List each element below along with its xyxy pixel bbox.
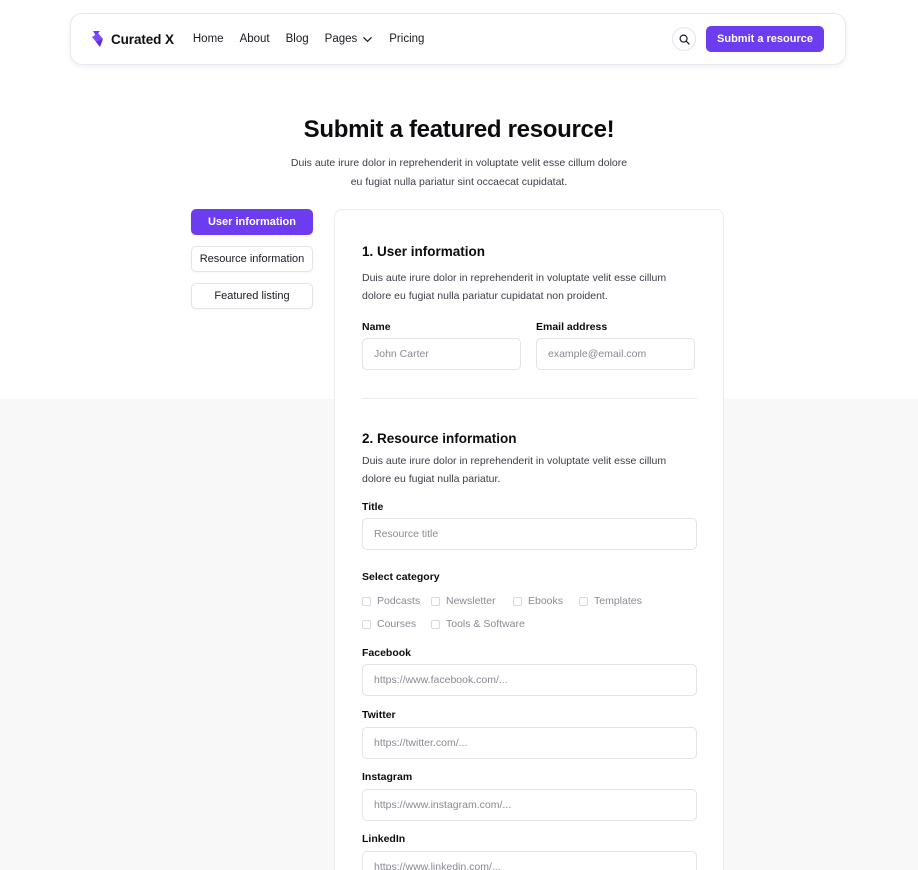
resource-title-field[interactable]: Resource title: [362, 518, 697, 550]
category-label-templates: Templates: [594, 595, 642, 607]
nav-link-pages[interactable]: Pages: [325, 33, 374, 45]
page-subtitle-line-2: eu fugiat nulla pariatur sint occaecat c…: [350, 175, 568, 188]
brand-name: Curated X: [111, 31, 174, 47]
submission-form-card: 1. User information Duis aute irure dolo…: [334, 209, 724, 870]
submit-resource-button[interactable]: Submit a resource: [706, 26, 824, 52]
checkbox-icon: [362, 596, 371, 606]
category-checkbox-podcasts[interactable]: Podcasts: [362, 595, 420, 607]
step-featured-listing[interactable]: Featured listing: [191, 283, 313, 309]
category-label-podcasts: Podcasts: [377, 595, 421, 607]
search-icon: [679, 34, 690, 45]
search-button[interactable]: [672, 27, 697, 51]
chevron-down-icon: [363, 36, 373, 42]
instagram-url-field[interactable]: https://www.instagram.com/...: [362, 789, 697, 821]
email-label: Email address: [536, 321, 608, 333]
name-label: Name: [362, 321, 391, 333]
form-steps-nav: User information Resource information Fe…: [191, 209, 313, 320]
page-subtitle-line-1: Duis aute irure dolor in reprehenderit i…: [290, 157, 628, 169]
step-resource-information[interactable]: Resource information: [191, 246, 313, 272]
brand-logo-icon: [92, 31, 103, 47]
nav-link-blog[interactable]: Blog: [286, 33, 309, 45]
checkbox-icon: [362, 619, 371, 629]
nav-link-about[interactable]: About: [240, 33, 270, 45]
user-section-description-line-1: Duis aute irure dolor in reprehenderit i…: [362, 272, 667, 284]
nav-link-pages-label: Pages: [324, 33, 358, 45]
category-label-tools-software: Tools & Software: [446, 618, 525, 630]
checkbox-icon: [431, 619, 440, 629]
nav-link-home[interactable]: Home: [193, 33, 224, 45]
resource-section-description: Duis aute irure dolor in reprehenderit i…: [362, 452, 692, 488]
nav-actions: Submit a resource: [672, 26, 824, 52]
resource-section-title: 2. Resource information: [362, 431, 517, 446]
checkbox-icon: [431, 596, 440, 606]
nav-link-pricing[interactable]: Pricing: [389, 33, 424, 45]
step-user-information[interactable]: User information: [191, 209, 313, 235]
user-section-title: 1. User information: [362, 244, 486, 259]
category-label-courses: Courses: [377, 618, 417, 630]
section-divider: [362, 398, 697, 399]
nav-links: Home About Blog Pages Pricing: [193, 33, 425, 45]
linkedin-label: LinkedIn: [362, 833, 406, 845]
user-section-description: Duis aute irure dolor in reprehenderit i…: [362, 269, 692, 305]
category-label-newsletter: Newsletter: [446, 595, 496, 607]
twitter-url-field[interactable]: https://twitter.com/...: [362, 727, 697, 759]
category-checkbox-tools-software[interactable]: Tools & Software: [431, 618, 525, 630]
resource-section-description-line-1: Duis aute irure dolor in reprehenderit i…: [362, 455, 667, 467]
page-subtitle: Duis aute irure dolor in reprehenderit i…: [279, 154, 639, 191]
checkbox-icon: [579, 596, 588, 606]
top-navbar: Curated X Home About Blog Pages Pricing …: [70, 13, 846, 65]
category-checkbox-newsletter[interactable]: Newsletter: [431, 595, 496, 607]
facebook-url-field[interactable]: https://www.facebook.com/...: [362, 664, 697, 696]
category-checkbox-courses[interactable]: Courses: [362, 618, 416, 630]
twitter-label: Twitter: [362, 709, 396, 721]
category-label-ebooks: Ebooks: [528, 595, 564, 607]
brand[interactable]: Curated X: [91, 30, 174, 48]
facebook-label: Facebook: [362, 647, 412, 659]
category-label: Select category: [362, 571, 440, 583]
category-checkbox-templates[interactable]: Templates: [579, 595, 642, 607]
user-section-description-line-2: dolore eu fugiat nulla pariatur cupidata…: [362, 290, 608, 302]
resource-section-description-line-2: dolore eu fugiat nulla pariatur.: [362, 473, 501, 485]
linkedin-url-field[interactable]: https://www.linkedin.com/...: [362, 851, 697, 870]
name-field[interactable]: John Carter: [362, 338, 521, 370]
checkbox-icon: [513, 596, 522, 606]
title-label: Title: [362, 501, 384, 513]
category-checkbox-ebooks[interactable]: Ebooks: [513, 595, 563, 607]
email-field[interactable]: example@email.com: [536, 338, 695, 370]
page-title: Submit a featured resource!: [303, 116, 615, 143]
instagram-label: Instagram: [362, 771, 413, 783]
